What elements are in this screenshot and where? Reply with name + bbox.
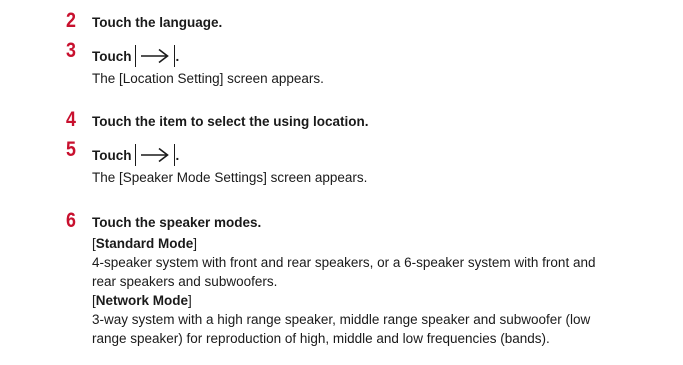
mode-description: 4-speaker system with front and rear spe… — [92, 255, 596, 270]
step-instruction: Touch the speaker modes. — [92, 215, 262, 230]
right-arrow-icon — [140, 48, 169, 64]
step-note: The [Location Setting] screen appears. — [92, 71, 324, 86]
mode-description: 3-way system with a high range speaker, … — [92, 312, 591, 327]
step-number: 3 — [66, 39, 76, 62]
forward-arrow-button — [134, 45, 175, 67]
step-instruction: Touch . — [92, 44, 324, 67]
step-number: 2 — [66, 9, 76, 32]
step-3: 3 Touch . The [Location Setting] screen … — [66, 39, 324, 88]
bracket-close: ] — [193, 236, 198, 251]
mode-name: Network Mode — [95, 293, 189, 308]
bracket-close: ] — [188, 293, 192, 308]
step-note: The [Speaker Mode Settings] screen appea… — [92, 170, 368, 185]
step-4: 4 Touch the item to select the using loc… — [66, 108, 369, 131]
step-period: . — [175, 148, 180, 163]
step-instruction-text: Touch — [92, 49, 132, 64]
step-instruction: Touch the language. — [92, 15, 223, 30]
mode-heading: [Standard Mode] — [92, 234, 595, 253]
step-period: . — [175, 49, 180, 64]
mode-name: Standard Mode — [95, 236, 194, 251]
right-arrow-icon — [140, 147, 169, 163]
forward-arrow-button — [134, 144, 175, 166]
mode-heading: [Network Mode] — [92, 291, 595, 310]
step-instruction-text: Touch — [92, 148, 132, 163]
step-number: 4 — [66, 108, 76, 131]
mode-description: rear speakers and subwoofers. — [92, 274, 278, 289]
step-instruction: Touch . — [92, 143, 367, 166]
step-2: 2 Touch the language. — [66, 9, 223, 32]
step-6: 6 Touch the speaker modes. [Standard Mod… — [66, 209, 596, 348]
step-5: 5 Touch . The [Speaker Mode Settings] sc… — [66, 138, 368, 187]
mode-description: range speaker) for reproduction of high,… — [92, 331, 550, 346]
step-number: 6 — [66, 209, 76, 232]
step-instruction: Touch the item to select the using locat… — [92, 114, 369, 129]
step-number: 5 — [66, 138, 76, 161]
